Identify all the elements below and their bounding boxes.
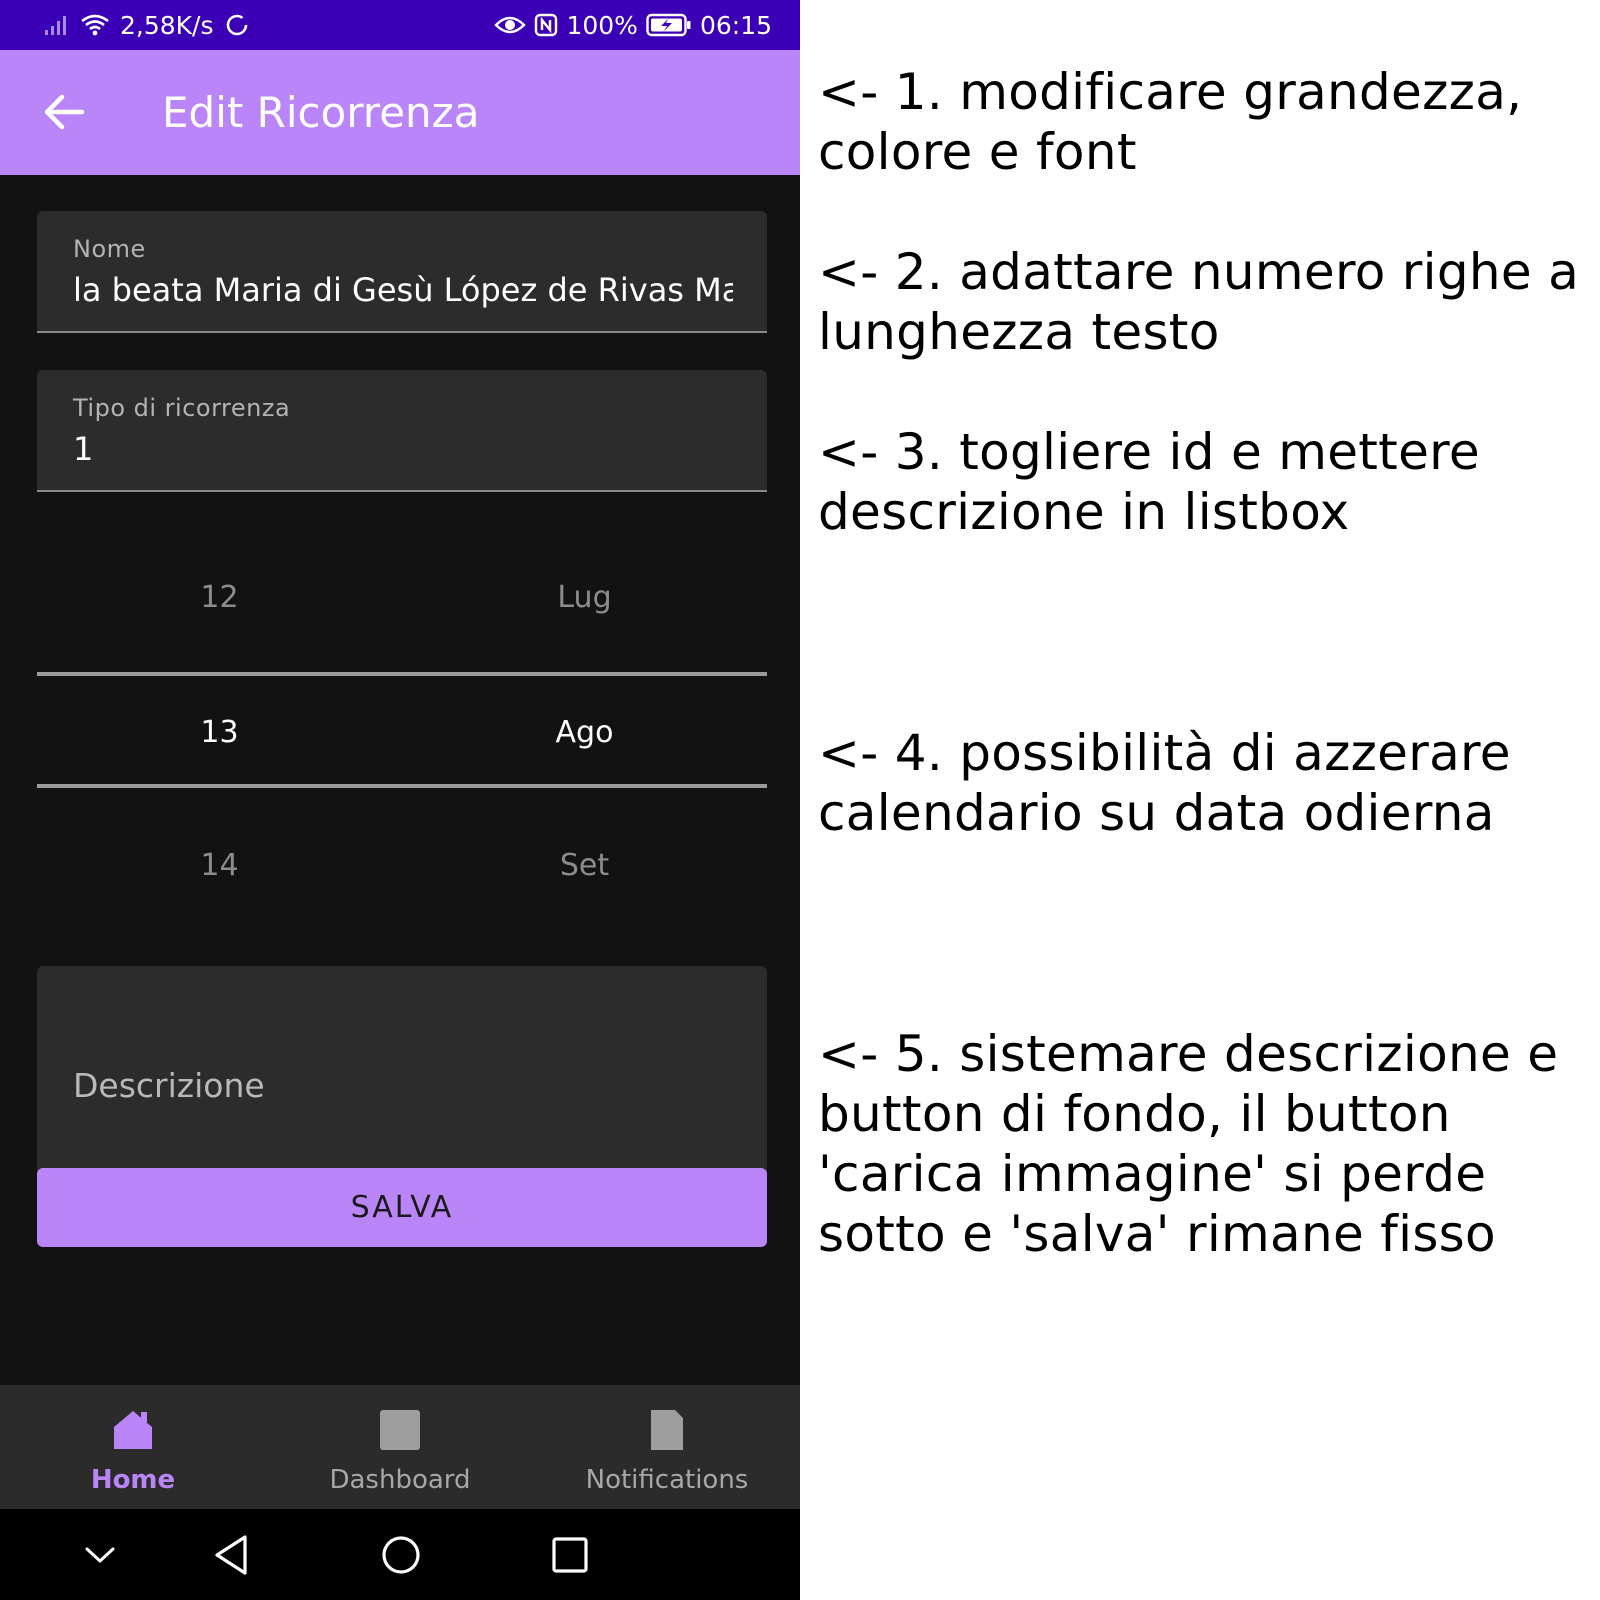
nav-label-dashboard: Dashboard — [329, 1465, 471, 1495]
nav-item-notifications[interactable]: Notifications — [534, 1385, 800, 1509]
tipo-ricorrenza-value: 1 — [73, 430, 94, 468]
phone-screen: 2,58K/s 100% 06:15 Edit Ricorrenza Nome … — [0, 0, 800, 1600]
descrizione-placeholder: Descrizione — [73, 1066, 265, 1105]
signal-icon — [44, 14, 70, 36]
day-option[interactable]: 12 — [37, 567, 402, 627]
clock: 06:15 — [699, 10, 772, 40]
annotation-2: <- 2. adattare numero righe a lunghezza … — [818, 243, 1580, 361]
annotation-5: <- 5. sistemare descrizione e button di … — [818, 1025, 1559, 1263]
status-right: 100% 06:15 — [494, 0, 772, 50]
tipo-ricorrenza-field[interactable]: Tipo di ricorrenza 1 — [37, 370, 767, 492]
nfc-icon — [534, 13, 558, 37]
dashboard-icon — [377, 1407, 423, 1453]
back-triangle-icon[interactable] — [205, 1529, 257, 1581]
eye-icon — [494, 14, 527, 36]
annotation-1: <- 1. modificare grandezza, colore e fon… — [818, 63, 1523, 181]
descrizione-field[interactable]: Descrizione — [37, 966, 767, 1176]
home-icon — [110, 1407, 156, 1453]
recents-square-icon[interactable] — [544, 1529, 596, 1581]
annotation-3: <- 3. togliere id e mettere descrizione … — [818, 423, 1480, 541]
day-option-selected[interactable]: 13 — [37, 702, 402, 762]
net-speed: 2,58K/s — [120, 10, 214, 40]
nome-value: la beata Maria di Gesù López de Rivas Ma — [73, 271, 733, 309]
day-option[interactable]: 14 — [37, 835, 402, 895]
sync-icon — [224, 12, 250, 38]
home-circle-icon[interactable] — [375, 1529, 427, 1581]
annotation-4: <- 4. possibilità di azzerare calendario… — [818, 724, 1511, 842]
month-option[interactable]: Set — [402, 835, 767, 895]
nav-item-dashboard[interactable]: Dashboard — [267, 1385, 533, 1509]
battery-icon — [646, 13, 692, 37]
nav-item-home[interactable]: Home — [0, 1385, 266, 1509]
month-option-selected[interactable]: Ago — [402, 702, 767, 762]
tipo-ricorrenza-label: Tipo di ricorrenza — [73, 394, 291, 422]
day-wheel[interactable]: 12 13 14 — [37, 530, 402, 930]
date-picker: 12 13 14 Lug Ago Set — [37, 530, 767, 930]
chevron-down-icon[interactable] — [74, 1529, 126, 1581]
nav-label-notifications: Notifications — [585, 1465, 749, 1495]
save-button[interactable]: SALVA — [37, 1168, 767, 1247]
month-option[interactable]: Lug — [402, 567, 767, 627]
notifications-icon — [644, 1407, 690, 1453]
nome-field[interactable]: Nome la beata Maria di Gesù López de Riv… — [37, 211, 767, 333]
page-title: Edit Ricorrenza — [162, 88, 480, 137]
status-bar: 2,58K/s 100% 06:15 — [0, 0, 800, 50]
arrow-left-icon — [42, 92, 86, 132]
back-button[interactable] — [36, 84, 92, 140]
month-wheel[interactable]: Lug Ago Set — [402, 530, 767, 930]
app-bar: Edit Ricorrenza — [0, 50, 800, 175]
system-navigation-bar — [0, 1509, 800, 1600]
battery-percent: 100% — [566, 10, 638, 40]
status-left: 2,58K/s — [44, 0, 250, 50]
wifi-icon — [80, 13, 110, 37]
nome-label: Nome — [73, 235, 146, 263]
bottom-navigation: Home Dashboard Notifications — [0, 1385, 800, 1509]
nav-label-home: Home — [90, 1465, 176, 1495]
